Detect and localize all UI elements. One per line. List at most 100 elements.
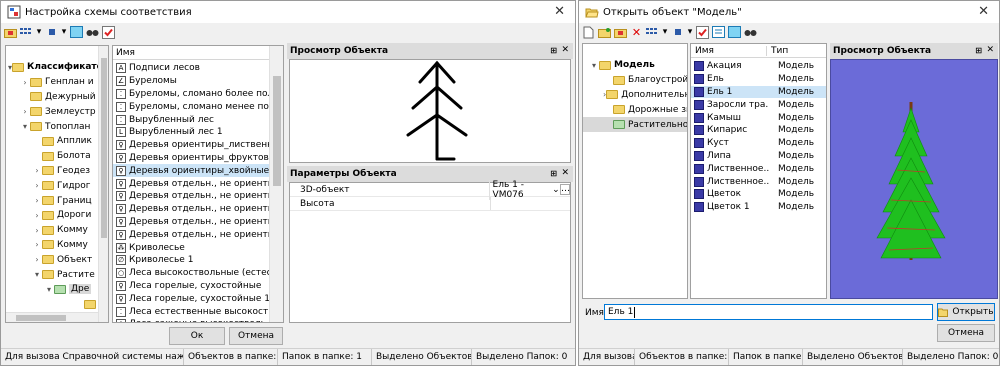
folder-up-icon[interactable]	[614, 26, 627, 39]
list-item[interactable]: Цветок 1 Модель	[691, 201, 826, 214]
list-item[interactable]: Куст Модель	[691, 137, 826, 150]
list-item[interactable]: Липа Модель	[691, 150, 826, 163]
tree-root[interactable]: ▾ Модель	[583, 58, 687, 73]
chevron-right-icon[interactable]: ›	[32, 211, 42, 220]
list-item[interactable]: Ель 1 Модель	[691, 85, 826, 99]
details-view-icon[interactable]	[712, 26, 725, 39]
list-item[interactable]: ⁚ Буреломы, сломано менее полов...	[113, 100, 283, 113]
list-item[interactable]: Акация Модель	[691, 60, 826, 73]
list-item[interactable]: ⁚Леса саженые высокостволь...	[113, 318, 275, 322]
tree-item[interactable]: Дорожные зна	[583, 102, 687, 117]
chevron-right-icon[interactable]: ›	[32, 196, 42, 205]
close-icon[interactable]: ✕	[554, 4, 565, 19]
pin-icon[interactable]: ⊞	[550, 169, 557, 178]
list-item[interactable]: ♀ Деревья ориентиры_фруктовые	[113, 152, 281, 165]
close-icon[interactable]: ✕	[978, 4, 989, 19]
param-row-3d[interactable]: 3D-объект Ель 1 - VM076 ⌄ …	[290, 179, 570, 200]
folder-up-icon[interactable]	[4, 26, 17, 39]
chevron-down-icon[interactable]: ▾	[32, 270, 42, 279]
chevron-right-icon[interactable]: ›	[32, 226, 42, 235]
column-name-header[interactable]: Имя	[691, 45, 767, 56]
list-item[interactable]: Лиственное... Модель	[691, 162, 826, 175]
list-item[interactable]: ♀ Деревья отдельн., не ориентиры_...	[113, 203, 283, 216]
list-item[interactable]: ∠ Буреломы	[113, 75, 269, 88]
chevron-down-icon[interactable]: ▾	[589, 61, 599, 70]
list-item[interactable]: ○ Леса высокоствольные (естеств...	[113, 267, 283, 280]
list-item[interactable]: ♀ Деревья отдельн., не ориентиры_...	[113, 177, 283, 190]
list-item[interactable]: Ель Модель	[691, 73, 826, 86]
list-item[interactable]: Заросли тра... Модель	[691, 98, 826, 111]
tree-item[interactable]: Благоустройст	[583, 73, 687, 88]
list-header[interactable]: Имя Тип	[691, 44, 826, 58]
list-item[interactable]: ♀ Деревья ориентиры_хвойные	[113, 164, 269, 178]
list-view-icon[interactable]	[646, 26, 659, 39]
tree-item[interactable]: › Комму	[6, 238, 98, 253]
chevron-right-icon[interactable]: ›	[32, 240, 42, 249]
tree-item[interactable]: ▾ Растите	[6, 267, 98, 282]
chevron-down-icon[interactable]: ▾	[44, 285, 54, 294]
open-button[interactable]: Открыть	[937, 303, 995, 321]
list-item[interactable]: ♀ Деревья ориентиры_лиственные	[113, 139, 283, 152]
binoculars-icon[interactable]	[744, 26, 757, 39]
tree-item[interactable]: › Объект	[6, 252, 98, 267]
list-item[interactable]: Лиственное... Модель	[691, 175, 826, 188]
small-square-icon[interactable]	[45, 26, 58, 39]
tree-root[interactable]: ▾ Классификато	[6, 60, 103, 75]
list-view-icon[interactable]	[20, 26, 33, 39]
list-item[interactable]: L Вырубленный лес 1	[113, 126, 269, 139]
list-item[interactable]: A Подписи лесов	[113, 62, 269, 75]
checkbox-icon[interactable]	[102, 25, 115, 39]
chevron-right-icon[interactable]: ›	[32, 181, 42, 190]
list-item[interactable]: ♀ Леса горелые, сухостойные 1	[113, 292, 270, 305]
chevron-down-icon[interactable]: ▾	[20, 122, 30, 131]
list-item[interactable]: ⁚ Вырубленный лес	[113, 113, 269, 126]
checkbox-icon[interactable]	[696, 25, 709, 39]
tree-item[interactable]: Апплик	[6, 134, 98, 149]
vertical-scrollbar[interactable]	[98, 46, 108, 322]
chevron-right-icon[interactable]: ›	[20, 107, 30, 116]
chevron-right-icon[interactable]: ›	[32, 166, 42, 175]
ellipsis-button[interactable]: …	[560, 184, 570, 195]
column-name-header[interactable]: Имя	[116, 48, 135, 58]
panel-view-icon[interactable]	[728, 26, 741, 39]
list-item[interactable]: ∅ Криволесье 1	[113, 254, 269, 267]
list-item[interactable]: ♀ Деревья отдельн., не ориентиры_...	[113, 190, 283, 203]
tree-item[interactable]: Дежурный	[6, 90, 98, 105]
tree-item[interactable]: › Дороги	[6, 208, 98, 223]
tree-item[interactable]: Болота	[6, 149, 98, 164]
new-folder-icon[interactable]	[598, 26, 611, 39]
panel-view-icon[interactable]	[70, 26, 83, 39]
close-icon[interactable]: ✕	[561, 45, 569, 55]
tree-item[interactable]: › Генплан и	[6, 75, 98, 90]
dropdown-arrow-icon[interactable]: ▾	[61, 26, 67, 39]
tree-item-selected[interactable]: ▾ Дре	[6, 282, 98, 297]
ok-button[interactable]: Ок	[169, 327, 225, 345]
tree-item[interactable]: › Геодез	[6, 164, 98, 179]
cancel-button[interactable]: Отмена	[937, 324, 995, 342]
list-item[interactable]: Цветок Модель	[691, 188, 826, 201]
tree-item[interactable]: ▾ Топоплан	[6, 119, 98, 134]
close-icon[interactable]: ✕	[986, 45, 994, 55]
tree-item[interactable]: › Границ	[6, 193, 98, 208]
list-header[interactable]: Имя	[113, 46, 283, 60]
dropdown-arrow-icon[interactable]: ▾	[687, 26, 693, 39]
list-item[interactable]: ⁚ Леса естественные высокостволь...	[113, 305, 283, 318]
binoculars-icon[interactable]	[86, 26, 99, 39]
chevron-down-icon[interactable]: ⌄	[552, 185, 560, 195]
dropdown-arrow-icon[interactable]: ▾	[662, 26, 668, 39]
chevron-right-icon[interactable]: ›	[20, 78, 30, 87]
list-item[interactable]: ♀ Деревья отдельн., не ориентиры_...	[113, 228, 283, 241]
small-square-icon[interactable]	[671, 26, 684, 39]
list-item[interactable]: ♀ Леса горелые, сухостойные	[113, 280, 269, 293]
new-file-icon[interactable]	[582, 26, 595, 39]
tree-item[interactable]: › Комму	[6, 223, 98, 238]
list-item[interactable]: Камыш Модель	[691, 111, 826, 124]
list-item[interactable]: ⁚ Буреломы, сломано более поло...	[113, 88, 283, 101]
tree-item[interactable]	[6, 297, 98, 312]
column-type-header[interactable]: Тип	[767, 46, 788, 56]
param-value-field[interactable]	[490, 197, 570, 210]
pin-icon[interactable]: ⊞	[550, 46, 557, 55]
list-item[interactable]: Кипарис Модель	[691, 124, 826, 137]
tree-item-selected[interactable]: Растительност	[583, 117, 687, 132]
delete-icon[interactable]: ✕	[630, 26, 643, 39]
